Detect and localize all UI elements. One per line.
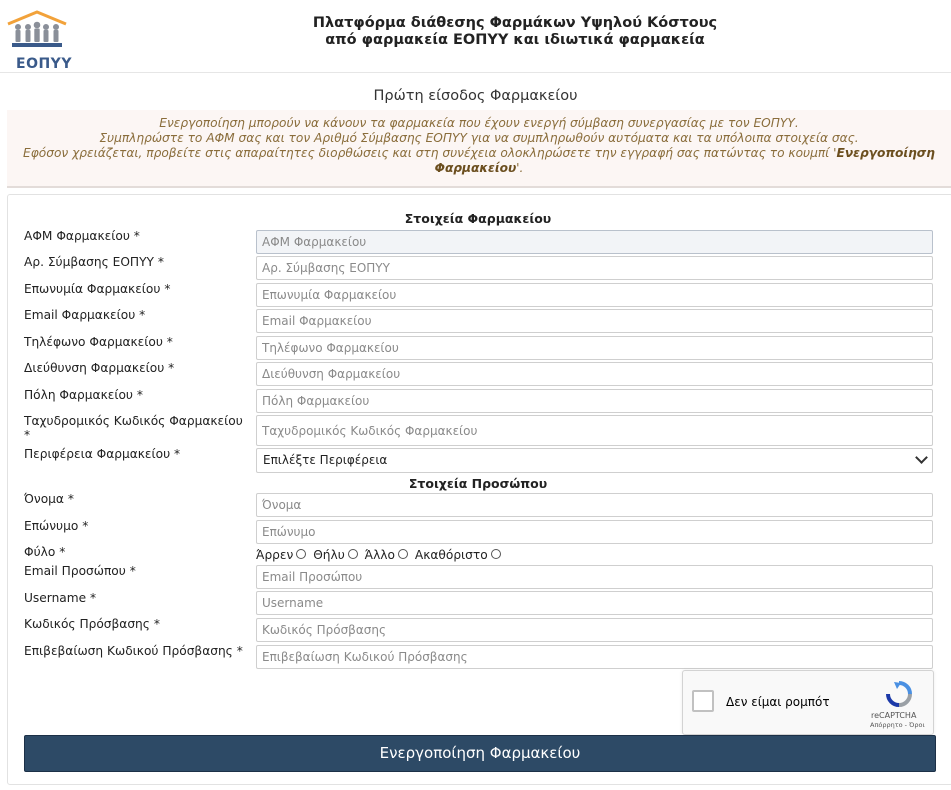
gender-option-female-label: Θήλυ (313, 548, 345, 562)
site-header: ΕΟΠΥΥ Πλατφόρμα διάθεσης Φαρμάκων Υψηλού… (0, 0, 951, 73)
password-label: Κωδικός Πρόσβασης * (24, 617, 160, 631)
page-title: Πλατφόρμα διάθεσης Φαρμάκων Υψηλού Κόστο… (250, 15, 780, 49)
info-alert: Ενεργοποίηση μπορούν να κάνουν τα φαρμακ… (7, 110, 951, 188)
pharmacy-region-select[interactable]: Επιλέξτε Περιφέρεια (256, 448, 933, 473)
gender-option-male-label: Άρρεν (256, 548, 294, 562)
gender-label: Φύλο * (24, 545, 66, 559)
pharmacy-email-input[interactable] (256, 309, 933, 333)
pharmacy-region-selected: Επιλέξτε Περιφέρεια (263, 453, 388, 467)
pharmacy-email-label: Email Φαρμακείου * (24, 308, 146, 322)
recaptcha-widget: Δεν είμαι ρομπότ reCAPTCHA Απόρρητο - Όρ… (682, 670, 934, 735)
last-name-label: Επώνυμο * (24, 519, 89, 533)
pharmacy-name-label: Επωνυμία Φαρμακείου * (24, 282, 171, 296)
gender-option-unspecified[interactable]: Ακαθόριστο (415, 548, 504, 562)
recaptcha-checkbox[interactable] (692, 690, 714, 712)
pharmacy-address-input[interactable] (256, 362, 933, 386)
gender-option-male[interactable]: Άρρεν (256, 548, 309, 562)
afm-input[interactable] (256, 230, 933, 254)
info-line-4-bold: Φαρμακείου (434, 161, 517, 175)
password-input[interactable] (256, 618, 933, 642)
username-label: Username * (24, 591, 97, 605)
person-email-label: Email Προσώπου * (24, 564, 136, 578)
pharmacy-phone-label: Τηλέφωνο Φαρμακείου * (24, 335, 173, 349)
title-line-2: από φαρμακεία ΕΟΠΥΥ και ιδιωτικά φαρμακε… (325, 32, 705, 48)
info-line-4-text: '. (516, 161, 524, 175)
logo-text: ΕΟΠΥΥ (16, 56, 72, 72)
gender-option-other-label: Άλλο (364, 548, 395, 562)
activate-pharmacy-button[interactable]: Ενεργοποίηση Φαρμακείου (24, 735, 936, 772)
first-name-label: Όνομα * (24, 492, 74, 506)
info-line-2: Συμπληρώστε το ΑΦΜ σας και τον Αριθμό Σύ… (99, 131, 859, 145)
pharmacy-section-title: Στοιχεία Φαρμακείου (404, 211, 552, 226)
info-line-4: Φαρμακείου'. (7, 161, 951, 176)
contract-number-label: Αρ. Σύμβασης ΕΟΠΥΥ * (24, 255, 164, 269)
pharmacy-address-label: Διεύθυνση Φαρμακείου * (24, 361, 175, 375)
pharmacy-city-input[interactable] (256, 389, 933, 413)
pharmacy-city-label: Πόλη Φαρμακείου * (24, 388, 143, 402)
gender-radio-group: Άρρεν Θήλυ Άλλο Ακαθόριστο (256, 548, 504, 562)
pharmacy-name-input[interactable] (256, 283, 933, 307)
info-line-3: Εφόσον χρειάζεται, προβείτε στις απαραίτ… (7, 146, 951, 161)
eopyy-logo[interactable]: ΕΟΠΥΥ (6, 10, 71, 72)
title-line-1: Πλατφόρμα διάθεσης Φαρμάκων Υψηλού Κόστο… (312, 15, 718, 31)
afm-label: ΑΦΜ Φαρμακείου * (24, 229, 140, 243)
pharmacy-region-label: Περιφέρεια Φαρμακείου * (24, 447, 181, 461)
eopyy-logo-icon (7, 10, 67, 47)
info-line-3-text: Εφόσον χρειάζεται, προβείτε στις απαραίτ… (23, 146, 837, 160)
recaptcha-text: Δεν είμαι ρομπότ (726, 695, 830, 709)
info-line-3-bold: Ενεργοποίηση (836, 146, 935, 160)
recaptcha-links[interactable]: Απόρρητο - Όροι (870, 721, 925, 729)
password-confirm-input[interactable] (256, 645, 933, 669)
chevron-down-icon (915, 451, 928, 464)
gender-option-unspecified-label: Ακαθόριστο (414, 548, 488, 562)
radio-icon[interactable] (347, 549, 358, 559)
info-line-1: Ενεργοποίηση μπορούν να κάνουν τα φαρμακ… (159, 116, 799, 130)
recaptcha-brand: reCAPTCHA (871, 711, 917, 720)
password-confirm-label: Επιβεβαίωση Κωδικού Πρόσβασης * (24, 644, 243, 658)
page-subheading: Πρώτη είσοδος Φαρμακείου (373, 88, 578, 104)
username-input[interactable] (256, 591, 933, 615)
last-name-input[interactable] (256, 520, 933, 544)
person-section-title: Στοιχεία Προσώπου (408, 476, 548, 491)
gender-option-female[interactable]: Θήλυ (313, 548, 361, 562)
radio-icon[interactable] (490, 549, 501, 559)
pharmacy-postal-code-input[interactable] (256, 415, 933, 446)
contract-number-input[interactable] (256, 256, 933, 280)
gender-option-other[interactable]: Άλλο (365, 548, 411, 562)
recaptcha-icon (886, 681, 912, 707)
radio-icon[interactable] (296, 549, 307, 559)
radio-icon[interactable] (397, 549, 408, 559)
pharmacy-phone-input[interactable] (256, 336, 933, 360)
pharmacy-postal-code-label: Ταχυδρομικός Κωδικός Φαρμακείου * (24, 414, 243, 442)
first-name-input[interactable] (256, 493, 933, 517)
person-email-input[interactable] (256, 565, 933, 589)
